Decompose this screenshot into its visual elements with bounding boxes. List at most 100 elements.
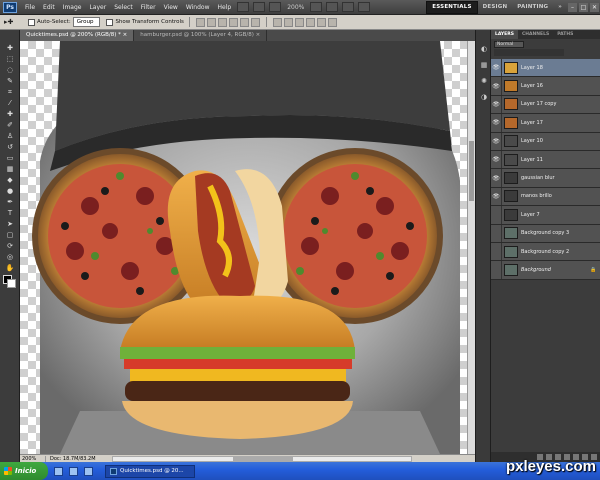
tab-paths[interactable]: PATHS [553, 30, 577, 39]
path-select-tool-icon[interactable]: ➤ [3, 219, 17, 229]
menu-view[interactable]: View [160, 0, 182, 15]
layer-row[interactable]: Layer 7 [491, 206, 600, 225]
layer-thumbnail[interactable] [504, 61, 518, 74]
layer-thumbnail[interactable] [504, 80, 518, 93]
layer-row[interactable]: 👁︎ Layer 16 [491, 77, 600, 96]
layer-thumbnail[interactable] [504, 153, 518, 166]
menu-help[interactable]: Help [214, 0, 236, 15]
quicklaunch-desktop-icon[interactable] [69, 466, 78, 476]
layer-row[interactable]: 👁︎ Layer 18 [491, 59, 600, 78]
minimize-icon[interactable]: – [568, 2, 577, 12]
marquee-tool-icon[interactable]: ⬚ [3, 54, 17, 64]
distribute-right-icon[interactable] [327, 17, 337, 27]
layer-visibility-toggle[interactable]: 👁︎ [491, 169, 502, 187]
quick-select-tool-icon[interactable]: ✎ [3, 76, 17, 86]
align-vcenter-icon[interactable] [206, 17, 216, 27]
doc-tab-close-icon[interactable]: × [256, 32, 261, 38]
3d-orbit-tool-icon[interactable]: ◎ [3, 252, 17, 262]
swatches-panel-icon[interactable]: ▦ [479, 60, 489, 70]
eyedropper-tool-icon[interactable]: ⁄ [3, 98, 17, 108]
layer-visibility-toggle[interactable]: 👁︎ [491, 59, 502, 77]
layer-row[interactable]: 👁︎ Layer 11 [491, 150, 600, 170]
layer-visibility-toggle[interactable] [491, 206, 502, 224]
layer-thumbnail[interactable] [504, 116, 518, 129]
menu-window[interactable]: Window [182, 0, 214, 15]
menu-file[interactable]: File [21, 0, 39, 15]
workspace-essentials[interactable]: ESSENTIALS [426, 0, 478, 14]
quicklaunch-media-icon[interactable] [84, 466, 93, 476]
workspace-more-icon[interactable]: » [553, 4, 567, 10]
quicklaunch-browser-icon[interactable] [54, 466, 63, 476]
menu-select[interactable]: Select [110, 0, 137, 15]
move-tool-preset-icon[interactable]: ▸✚ [4, 17, 22, 28]
distribute-top-icon[interactable] [272, 17, 282, 27]
layer-row[interactable]: 👁︎ Layer 17 [491, 114, 600, 133]
doc-tab-quicktimes[interactable]: Quicktimes.psd @ 200% (RGB/8) * × [20, 30, 135, 41]
layer-row[interactable]: 👁︎ Layer 17 copy [491, 95, 600, 115]
dodge-tool-icon[interactable]: ● [3, 186, 17, 196]
view-extras-button[interactable] [269, 2, 282, 12]
layer-thumbnail[interactable] [504, 98, 518, 111]
adjustments-panel-icon[interactable]: ✺ [479, 76, 489, 86]
layer-thumbnail[interactable] [504, 227, 518, 240]
vertical-scrollbar[interactable] [467, 41, 475, 454]
workspace-painting[interactable]: PAINTING [512, 4, 553, 10]
menu-layer[interactable]: Layer [85, 0, 110, 15]
blend-mode-dropdown[interactable]: Normal [494, 41, 524, 48]
healing-brush-tool-icon[interactable]: ✚ [3, 109, 17, 119]
tab-channels[interactable]: CHANNELS [518, 30, 553, 39]
gradient-tool-icon[interactable]: ▦ [3, 164, 17, 174]
zoom-tool-button[interactable] [326, 2, 339, 12]
restore-icon[interactable]: □ [579, 2, 588, 12]
doc-tab-close-icon[interactable]: × [123, 32, 128, 38]
layer-visibility-toggle[interactable]: 👁︎ [491, 77, 502, 95]
screen-mode-button[interactable] [358, 2, 371, 12]
layer-visibility-toggle[interactable]: 👁︎ [491, 114, 502, 132]
bridge-button[interactable] [237, 2, 250, 12]
pen-tool-icon[interactable]: ✒ [3, 197, 17, 207]
layer-row[interactable]: Background copy 2 [491, 242, 600, 262]
align-hcenter-icon[interactable] [239, 17, 249, 27]
horizontal-scroll-thumb[interactable] [232, 457, 293, 461]
doc-tab-hamburger[interactable]: hamburger.psd @ 100% (Layer 4, RGB/8) × [134, 30, 268, 41]
show-transform-checkbox[interactable] [106, 18, 114, 26]
eraser-tool-icon[interactable]: ▭ [3, 153, 17, 163]
layer-thumbnail[interactable] [504, 135, 518, 148]
layer-row[interactable]: Background copy 3 [491, 224, 600, 243]
clone-stamp-tool-icon[interactable]: ♙ [3, 131, 17, 141]
auto-select-checkbox[interactable] [28, 18, 35, 26]
align-top-icon[interactable] [195, 17, 205, 27]
hand-tool-button[interactable] [310, 2, 323, 12]
layer-visibility-toggle[interactable] [491, 242, 502, 261]
move-tool-icon[interactable]: ✚ [3, 43, 17, 53]
layer-visibility-toggle[interactable]: 👁︎ [491, 132, 502, 150]
tab-layers[interactable]: LAYERS [491, 30, 518, 39]
lasso-tool-icon[interactable]: ◌ [3, 65, 17, 75]
layer-row[interactable]: 👁︎ manos brillo [491, 187, 600, 207]
masks-panel-icon[interactable]: ◑ [479, 92, 489, 102]
layer-visibility-toggle[interactable] [491, 224, 502, 242]
layer-thumbnail[interactable] [504, 208, 518, 221]
distribute-vcenter-icon[interactable] [283, 17, 293, 27]
distribute-bottom-icon[interactable] [294, 17, 304, 27]
type-tool-icon[interactable]: T [3, 208, 17, 218]
auto-select-dropdown[interactable]: Group [72, 17, 101, 27]
document-canvas[interactable] [20, 41, 467, 454]
taskbar-photoshop-button[interactable]: Quicktimes.psd @ 20... [105, 464, 195, 478]
layer-row[interactable]: 👁︎ gaussian blur [491, 169, 600, 188]
layer-visibility-toggle[interactable]: 👁︎ [491, 95, 502, 114]
layer-thumbnail[interactable] [504, 245, 518, 258]
crop-tool-icon[interactable]: ⌗ [3, 87, 17, 97]
color-panel-icon[interactable]: ◐ [479, 44, 489, 54]
layer-visibility-toggle[interactable] [491, 261, 502, 279]
layer-row[interactable]: 👁︎ Layer 10 [491, 132, 600, 151]
layer-thumbnail[interactable] [504, 190, 518, 203]
distribute-hcenter-icon[interactable] [316, 17, 326, 27]
background-color-swatch[interactable] [7, 279, 16, 288]
hand-tool-icon[interactable]: ✋ [3, 263, 17, 273]
layer-thumbnail[interactable] [504, 172, 518, 185]
brush-tool-icon[interactable]: ✐ [3, 120, 17, 130]
shape-tool-icon[interactable]: ▢ [3, 230, 17, 240]
align-left-icon[interactable] [228, 17, 238, 27]
close-icon[interactable]: ✕ [590, 2, 599, 12]
